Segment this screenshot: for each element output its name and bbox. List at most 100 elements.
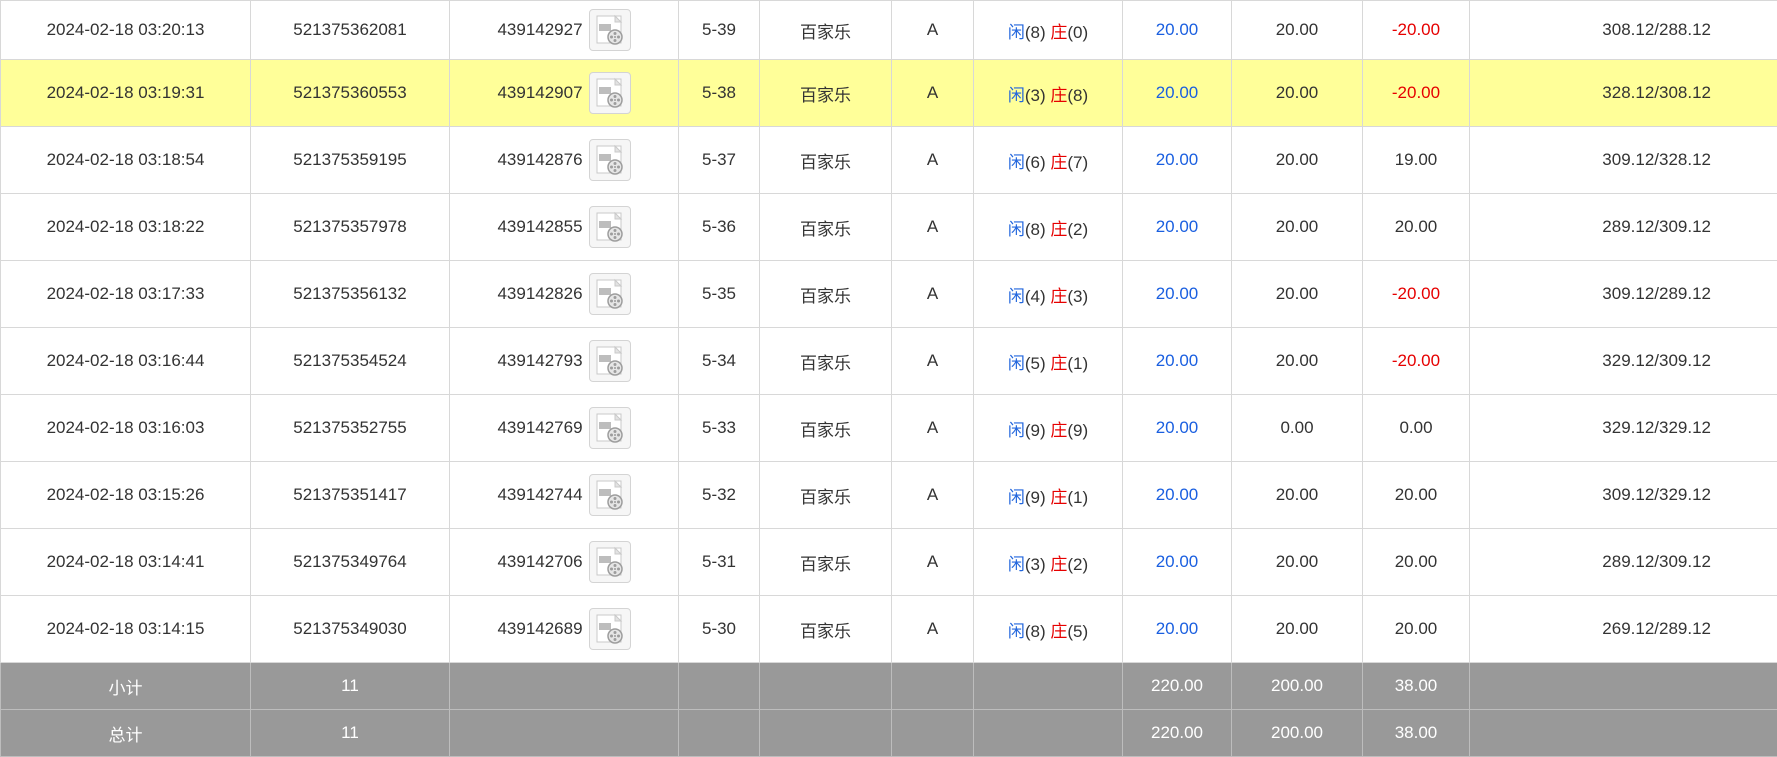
game-name: 百家乐 bbox=[760, 127, 892, 194]
table-row: 2024-02-18 03:19:31 521375360553 4391429… bbox=[1, 60, 1777, 127]
banker-score: (8) bbox=[1067, 86, 1088, 105]
bet-amount: 20.00 bbox=[1123, 328, 1232, 395]
bet-amount: 20.00 bbox=[1123, 261, 1232, 328]
table-name: A bbox=[892, 596, 974, 663]
game-id-cell: 439142769 bbox=[450, 395, 679, 462]
film-reel-icon[interactable] bbox=[589, 474, 631, 516]
film-reel-icon[interactable] bbox=[589, 206, 631, 248]
bet-time: 2024-02-18 03:16:03 bbox=[1, 395, 251, 462]
game-id-cell: 439142855 bbox=[450, 194, 679, 261]
bet-record-table: 2024-02-18 03:20:13 521375362081 4391429… bbox=[0, 0, 1777, 757]
valid-bet: 20.00 bbox=[1232, 462, 1363, 529]
player-label: 闲 bbox=[1008, 421, 1025, 440]
win-loss: 20.00 bbox=[1363, 596, 1470, 663]
table-name: A bbox=[892, 261, 974, 328]
order-id: 521375349764 bbox=[251, 529, 450, 596]
bet-amount: 20.00 bbox=[1123, 60, 1232, 127]
film-reel-icon[interactable] bbox=[589, 273, 631, 315]
round-number: 5-35 bbox=[679, 261, 760, 328]
game-id-cell: 439142907 bbox=[450, 60, 679, 127]
game-name: 百家乐 bbox=[760, 328, 892, 395]
bet-time: 2024-02-18 03:14:15 bbox=[1, 596, 251, 663]
film-reel-icon[interactable] bbox=[589, 541, 631, 583]
round-number: 5-38 bbox=[679, 60, 760, 127]
summary-empty bbox=[760, 710, 892, 757]
summary-empty bbox=[450, 710, 679, 757]
banker-score: (9) bbox=[1067, 421, 1088, 440]
bet-time: 2024-02-18 03:16:44 bbox=[1, 328, 251, 395]
table-row: 2024-02-18 03:16:44 521375354524 4391427… bbox=[1, 328, 1777, 395]
order-id: 521375351417 bbox=[251, 462, 450, 529]
player-score: (6) bbox=[1025, 153, 1046, 172]
game-id: 439142793 bbox=[497, 351, 582, 371]
summary-empty bbox=[892, 663, 974, 710]
bet-amount: 20.00 bbox=[1123, 596, 1232, 663]
film-reel-icon[interactable] bbox=[589, 72, 631, 114]
player-label: 闲 bbox=[1008, 287, 1025, 306]
summary-empty bbox=[892, 710, 974, 757]
total-row: 总计 11 220.00 200.00 38.00 bbox=[1, 710, 1777, 757]
order-id: 521375354524 bbox=[251, 328, 450, 395]
banker-label: 庄 bbox=[1050, 555, 1067, 574]
player-label: 闲 bbox=[1008, 153, 1025, 172]
film-reel-icon[interactable] bbox=[589, 407, 631, 449]
table-name: A bbox=[892, 395, 974, 462]
result-cell: 闲(9) 庄(1) bbox=[974, 462, 1123, 529]
balance-change: 289.12/309.12 bbox=[1470, 194, 1777, 261]
banker-label: 庄 bbox=[1050, 86, 1067, 105]
table-name: A bbox=[892, 529, 974, 596]
player-label: 闲 bbox=[1008, 555, 1025, 574]
player-score: (5) bbox=[1025, 354, 1046, 373]
bet-time: 2024-02-18 03:14:41 bbox=[1, 529, 251, 596]
table-body: 2024-02-18 03:20:13 521375362081 4391429… bbox=[1, 1, 1777, 757]
result-cell: 闲(5) 庄(1) bbox=[974, 328, 1123, 395]
round-number: 5-30 bbox=[679, 596, 760, 663]
film-reel-icon[interactable] bbox=[589, 340, 631, 382]
valid-bet: 20.00 bbox=[1232, 60, 1363, 127]
win-loss: 20.00 bbox=[1363, 529, 1470, 596]
order-id: 521375352755 bbox=[251, 395, 450, 462]
banker-score: (3) bbox=[1067, 287, 1088, 306]
game-id-cell: 439142706 bbox=[450, 529, 679, 596]
game-name: 百家乐 bbox=[760, 60, 892, 127]
result-cell: 闲(4) 庄(3) bbox=[974, 261, 1123, 328]
game-id: 439142876 bbox=[497, 150, 582, 170]
summary-bet: 220.00 bbox=[1123, 663, 1232, 710]
round-number: 5-33 bbox=[679, 395, 760, 462]
table-row: 2024-02-18 03:14:41 521375349764 4391427… bbox=[1, 529, 1777, 596]
summary-empty bbox=[450, 663, 679, 710]
game-id-cell: 439142689 bbox=[450, 596, 679, 663]
result-cell: 闲(8) 庄(0) bbox=[974, 1, 1123, 60]
game-id-cell: 439142793 bbox=[450, 328, 679, 395]
table-row: 2024-02-18 03:20:13 521375362081 4391429… bbox=[1, 1, 1777, 60]
game-name: 百家乐 bbox=[760, 1, 892, 60]
film-reel-icon[interactable] bbox=[589, 139, 631, 181]
summary-win-loss: 38.00 bbox=[1363, 710, 1470, 757]
summary-valid-bet: 200.00 bbox=[1232, 663, 1363, 710]
player-label: 闲 bbox=[1008, 354, 1025, 373]
film-reel-icon[interactable] bbox=[589, 608, 631, 650]
bet-time: 2024-02-18 03:18:54 bbox=[1, 127, 251, 194]
game-id: 439142769 bbox=[497, 418, 582, 438]
game-id: 439142907 bbox=[497, 83, 582, 103]
balance-change: 289.12/309.12 bbox=[1470, 529, 1777, 596]
result-cell: 闲(6) 庄(7) bbox=[974, 127, 1123, 194]
win-loss: -20.00 bbox=[1363, 1, 1470, 60]
summary-empty bbox=[679, 663, 760, 710]
game-id-cell: 439142876 bbox=[450, 127, 679, 194]
summary-count: 11 bbox=[251, 710, 450, 757]
balance-change: 328.12/308.12 bbox=[1470, 60, 1777, 127]
result-cell: 闲(3) 庄(8) bbox=[974, 60, 1123, 127]
player-score: (8) bbox=[1025, 220, 1046, 239]
film-reel-icon[interactable] bbox=[589, 9, 631, 51]
banker-label: 庄 bbox=[1050, 287, 1067, 306]
balance-change: 309.12/329.12 bbox=[1470, 462, 1777, 529]
valid-bet: 20.00 bbox=[1232, 127, 1363, 194]
bet-time: 2024-02-18 03:20:13 bbox=[1, 1, 251, 60]
table-name: A bbox=[892, 462, 974, 529]
banker-score: (0) bbox=[1067, 23, 1088, 42]
order-id: 521375357978 bbox=[251, 194, 450, 261]
game-name: 百家乐 bbox=[760, 596, 892, 663]
banker-score: (1) bbox=[1067, 354, 1088, 373]
banker-label: 庄 bbox=[1050, 421, 1067, 440]
